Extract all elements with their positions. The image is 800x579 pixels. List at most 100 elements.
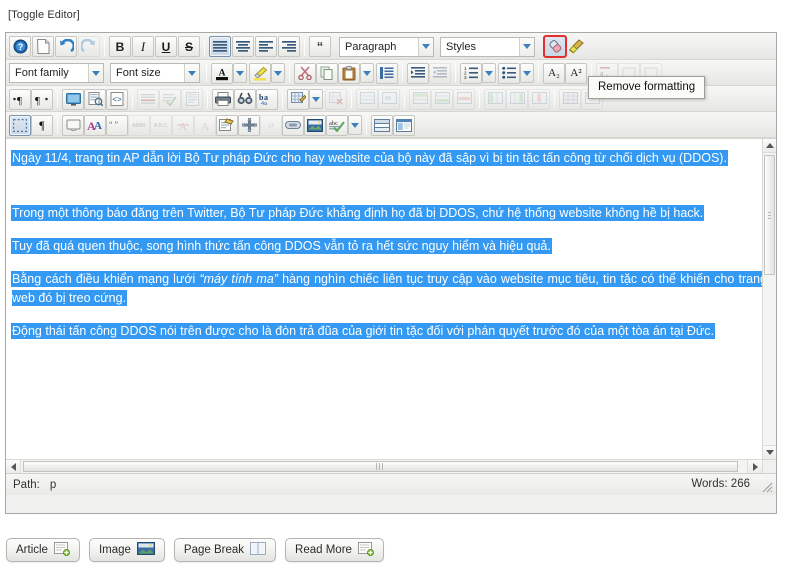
- bold-button[interactable]: B: [109, 36, 131, 57]
- toolbar-divider: [366, 116, 367, 134]
- cut-button[interactable]: [294, 63, 316, 84]
- scroll-right-button[interactable]: [747, 460, 762, 473]
- insert-row-after-button: [431, 89, 453, 110]
- editor-content-area[interactable]: Ngày 11/4, trang tin AP dẫn lời Bộ Tư ph…: [6, 138, 776, 473]
- editor-statusbar: Path: p Words: 266: [6, 473, 776, 495]
- toggle-editor-link[interactable]: [Toggle Editor]: [8, 9, 80, 21]
- attributes-button[interactable]: [216, 115, 238, 136]
- cleanup-messy-code-icon[interactable]: [566, 36, 588, 57]
- insert-article-button[interactable]: Article: [6, 538, 80, 562]
- remove-formatting-button[interactable]: [544, 36, 566, 57]
- row-properties-button: [356, 89, 378, 110]
- insert-quote-button[interactable]: “ ”: [106, 115, 128, 136]
- align-center-button[interactable]: [232, 36, 254, 57]
- font-family-value: Font family: [10, 67, 88, 79]
- insert-special-character-button[interactable]: AA: [84, 115, 106, 136]
- insert-page-break-button[interactable]: [62, 115, 84, 136]
- source-code-button[interactable]: <>: [106, 89, 128, 110]
- vertical-scrollbar[interactable]: [762, 139, 776, 459]
- insert-media-button[interactable]: [393, 115, 415, 136]
- paragraph-2[interactable]: Trong một thông báo đăng trên Twitter, B…: [12, 204, 762, 223]
- paragraph-3[interactable]: Tuy đã quá quen thuộc, song hình thức tấ…: [12, 237, 762, 256]
- template-button: [181, 89, 203, 110]
- blockquote-button[interactable]: “: [309, 36, 331, 57]
- print-button[interactable]: [212, 89, 234, 110]
- visual-aid-button[interactable]: [9, 115, 31, 136]
- help-icon[interactable]: ?: [9, 36, 31, 57]
- spellchecker-dropdown[interactable]: [348, 115, 362, 135]
- svg-text:¶: ¶: [17, 95, 22, 106]
- underline-button[interactable]: U: [155, 36, 177, 57]
- toolbar-divider: [455, 64, 456, 82]
- bullet-list-button[interactable]: [498, 63, 520, 84]
- replace-button[interactable]: ba4a: [256, 89, 278, 110]
- scroll-left-button[interactable]: [6, 460, 21, 473]
- numbered-list-button[interactable]: 123: [460, 63, 482, 84]
- copy-button[interactable]: [316, 63, 338, 84]
- new-document-icon[interactable]: [32, 36, 54, 57]
- insert-page-break-extension-button[interactable]: Page Break: [174, 538, 276, 562]
- subscript-button[interactable]: A₂: [543, 63, 565, 84]
- paragraph-1[interactable]: Ngày 11/4, trang tin AP dẫn lời Bộ Tư ph…: [12, 149, 762, 168]
- insert-image-button[interactable]: [304, 115, 326, 136]
- italic-button[interactable]: I: [132, 36, 154, 57]
- fullscreen-button[interactable]: [62, 89, 84, 110]
- scroll-up-button[interactable]: [763, 139, 776, 153]
- horizontal-scroll-thumb[interactable]: [23, 461, 738, 472]
- insert-table-dropdown[interactable]: [309, 89, 323, 109]
- bullet-list-dropdown[interactable]: [520, 63, 534, 83]
- editor-document[interactable]: Ngày 11/4, trang tin AP dẫn lời Bộ Tư ph…: [6, 139, 762, 459]
- indent-increase-button[interactable]: [407, 63, 429, 84]
- preview-button[interactable]: [84, 89, 106, 110]
- numbered-list-dropdown[interactable]: [482, 63, 496, 83]
- undo-icon[interactable]: [55, 36, 77, 57]
- show-invisible-characters-button[interactable]: ¶: [31, 115, 53, 136]
- insert-article-label: Article: [16, 544, 48, 556]
- insert-table-button[interactable]: [287, 89, 309, 110]
- horizontal-scrollbar[interactable]: [6, 459, 762, 473]
- toolbar-divider: [57, 116, 58, 134]
- paragraph-5[interactable]: Động thái tấn công DDOS nói trên được ch…: [12, 322, 762, 341]
- insert-column-after-button: [506, 89, 528, 110]
- superscript-label: A²: [570, 67, 581, 79]
- align-left-button[interactable]: [255, 36, 277, 57]
- toolbar-divider: [207, 90, 208, 108]
- insert-nonbreaking-space-button[interactable]: [238, 115, 260, 136]
- background-color-button[interactable]: [249, 63, 271, 84]
- scroll-down-button[interactable]: [763, 445, 776, 459]
- search-button[interactable]: [234, 89, 256, 110]
- pilcrow-icon: ¶: [39, 118, 44, 133]
- remove-anchor-button: A: [172, 115, 194, 136]
- svg-text:“ ”: “ ”: [109, 120, 119, 129]
- text-color-dropdown[interactable]: [233, 63, 247, 83]
- triangle-left-icon: [11, 463, 16, 471]
- rtl-direction-button[interactable]: ¶: [31, 89, 53, 110]
- insert-iframe-button[interactable]: [371, 115, 393, 136]
- background-color-dropdown[interactable]: [271, 63, 285, 83]
- align-right-button[interactable]: [278, 36, 300, 57]
- insert-row-before-button: [409, 89, 431, 110]
- toggle-absolute-position-button[interactable]: [282, 115, 304, 136]
- paste-dropdown[interactable]: [360, 63, 374, 83]
- paragraph-4[interactable]: Bằng cách điều khiển mạng lưới “máy tính…: [12, 270, 762, 308]
- insert-image-extension-button[interactable]: Image: [89, 538, 165, 562]
- indent-decrease-button: [429, 63, 451, 84]
- toolbar-divider: [206, 64, 207, 82]
- font-family-select[interactable]: Font family: [9, 63, 104, 83]
- align-justify-button[interactable]: [209, 36, 231, 57]
- font-size-select[interactable]: Font size: [110, 63, 200, 83]
- insert-read-more-button[interactable]: Read More: [285, 538, 384, 562]
- superscript-button[interactable]: A²: [565, 63, 587, 84]
- paste-button[interactable]: [338, 63, 360, 84]
- text-color-button[interactable]: A: [211, 63, 233, 84]
- abbr-button: ABBR: [128, 115, 150, 136]
- ltr-direction-button[interactable]: ¶: [9, 89, 31, 110]
- resize-grip[interactable]: [761, 481, 773, 493]
- path-value[interactable]: p: [50, 479, 56, 491]
- paragraph-format-select[interactable]: Paragraph: [339, 37, 434, 57]
- styles-select[interactable]: Styles: [440, 37, 535, 57]
- paste-as-text-button[interactable]: [376, 63, 398, 84]
- spellchecker-button[interactable]: abc: [326, 115, 348, 136]
- strikethrough-button[interactable]: S: [178, 36, 200, 57]
- vertical-scroll-thumb[interactable]: [764, 155, 775, 275]
